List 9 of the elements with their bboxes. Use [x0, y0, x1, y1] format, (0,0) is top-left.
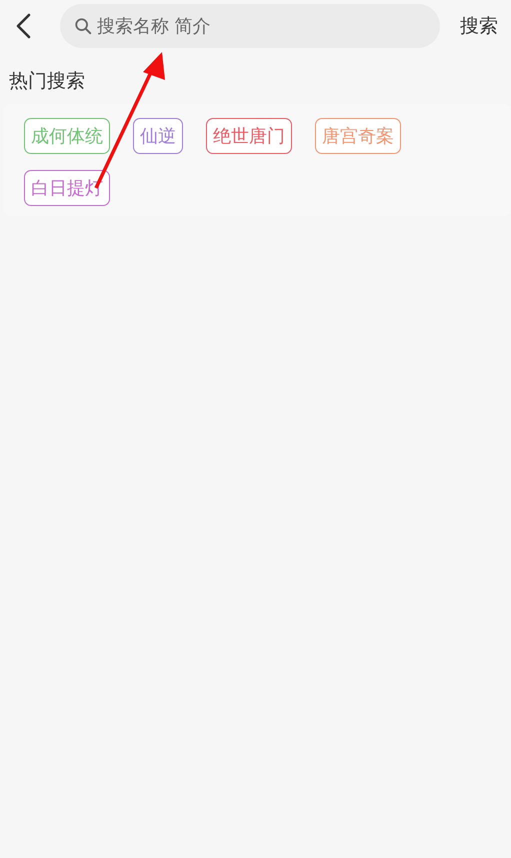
- search-field[interactable]: 搜索名称 简介: [60, 4, 440, 48]
- back-icon[interactable]: [14, 13, 32, 39]
- search-icon: [74, 17, 92, 35]
- search-tag[interactable]: 仙逆: [133, 118, 183, 154]
- search-tag[interactable]: 成何体统: [24, 118, 110, 154]
- search-tag[interactable]: 唐宫奇案: [315, 118, 401, 154]
- search-button[interactable]: 搜索: [460, 13, 498, 39]
- search-tag[interactable]: 绝世唐门: [206, 118, 292, 154]
- section-title: 热门搜索: [9, 69, 85, 94]
